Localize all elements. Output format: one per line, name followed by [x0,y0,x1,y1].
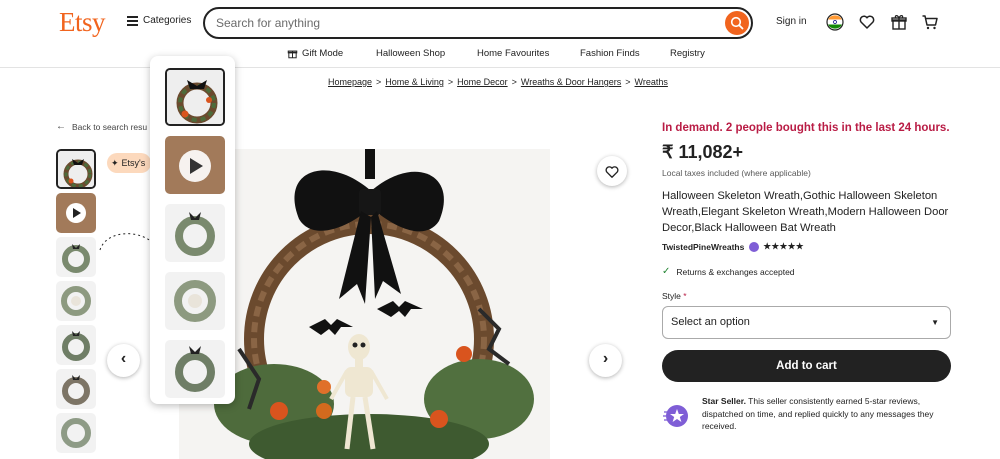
etsy-logo[interactable]: Etsy [59,7,106,38]
add-to-cart-button[interactable]: Add to cart [662,350,951,382]
breadcrumb-link[interactable]: Homepage [328,77,372,87]
nav-label: Home Favourites [477,48,550,59]
breadcrumb-link[interactable]: Home & Living [385,77,444,87]
sparkle-icon: ✦ [111,157,119,168]
badge-label: Etsy's [121,158,146,168]
previous-image-button[interactable]: ‹ [107,344,140,377]
site-header: Etsy Categories Sign in [0,0,1000,44]
hamburger-icon [127,16,138,26]
rating-stars[interactable]: ★★★★★ [763,241,804,252]
wreath-thumbnail-image [165,340,225,398]
heart-icon[interactable] [858,13,876,31]
wreath-thumbnail-image [165,272,225,330]
tax-note: Local taxes included (where applicable) [662,168,811,178]
popup-thumbnail-5[interactable] [165,340,225,398]
search-input[interactable] [216,16,706,30]
star-seller-title: Star Seller. [702,396,746,406]
wreath-thumbnail-image [56,237,96,277]
chevron-left-icon: ‹ [120,350,127,367]
heart-icon [605,166,619,178]
nav-label: Registry [670,48,705,59]
shop-name-link[interactable]: TwistedPineWreaths [662,242,744,252]
demand-notice: In demand. 2 people bought this in the l… [662,122,950,134]
star-seller-text: Star Seller. This seller consistently ea… [702,395,952,433]
gift-icon [287,50,298,59]
shop-info: TwistedPineWreaths ★★★★★ [662,241,804,252]
style-label: Style * [662,291,687,301]
sign-in-link[interactable]: Sign in [776,16,807,27]
add-to-favourites-button[interactable] [597,156,627,186]
wreath-thumbnail-image [56,369,96,409]
style-select[interactable]: Select an option ▼ [662,306,951,339]
nav-label: Fashion Finds [580,48,640,59]
style-label-text: Style [662,291,681,301]
popup-thumbnail-2-video[interactable] [165,136,225,194]
gift-icon[interactable] [890,13,908,31]
popup-thumbnail-4[interactable] [165,272,225,330]
india-flag-icon[interactable] [826,13,844,31]
product-title: Halloween Skeleton Wreath,Gothic Hallowe… [662,190,949,234]
etsys-pick-badge: ✦ Etsy's [107,153,152,173]
breadcrumb-separator: > [376,77,382,87]
wreath-thumbnail-image [56,325,96,365]
thumbnail-6[interactable] [56,369,96,409]
star-seller-icon [663,405,688,427]
thumbnail-4[interactable] [56,281,96,321]
wreath-thumbnail-image [56,281,96,321]
back-label: Back to search resu [72,121,148,132]
star-seller-badge-icon [749,241,760,252]
product-price: ₹ 11,082+ [662,142,744,162]
wreath-thumbnail-image [56,413,96,453]
next-image-button[interactable]: › [589,344,622,377]
breadcrumb-separator: > [511,77,517,87]
popup-thumbnail-1[interactable] [165,68,225,126]
thumbnail-3[interactable] [56,237,96,277]
returns-label: Returns & exchanges accepted [676,266,795,277]
search-bar [203,7,753,39]
wreath-thumbnail-image [167,70,223,124]
returns-info: ✓ Returns & exchanges accepted [662,266,795,277]
thumbnail-1[interactable] [56,149,96,189]
wreath-thumbnail-image [165,204,225,262]
categories-menu[interactable]: Categories [127,15,191,26]
thumbnail-preview-popup [150,56,235,404]
search-button[interactable] [725,11,749,35]
video-thumbnail-image [56,193,96,233]
nav-halloween-shop[interactable]: Halloween Shop [376,48,445,59]
nav-label: Halloween Shop [376,48,446,59]
breadcrumb-link[interactable]: Wreaths [635,77,668,87]
breadcrumb-separator: > [447,77,454,87]
thumbnail-7[interactable] [56,413,96,453]
arrow-left-icon: ← [56,121,66,132]
style-select-value: Select an option [671,316,750,328]
thumbnail-5[interactable] [56,325,96,365]
video-thumbnail-image [165,136,225,194]
nav-label: Gift Mode [302,48,344,59]
caret-down-icon: ▼ [931,318,939,327]
nav-home-favourites[interactable]: Home Favourites [477,48,549,59]
categories-label: Categories [143,15,192,26]
nav-fashion-finds[interactable]: Fashion Finds [580,48,640,59]
back-to-search-link[interactable]: ← Back to search resu [56,121,147,132]
nav-registry[interactable]: Registry [670,48,705,59]
chevron-right-icon: › [602,350,609,367]
popup-thumbnail-3[interactable] [165,204,225,262]
checkmark-icon: ✓ [662,266,671,277]
breadcrumb-link[interactable]: Home Decor [457,77,508,87]
breadcrumb: Homepage > Home & Living > Home Decor > … [328,77,668,87]
search-icon [730,16,744,30]
wreath-thumbnail-image [58,151,94,187]
nav-gift-mode[interactable]: Gift Mode [287,48,343,59]
breadcrumb-separator: > [625,77,631,87]
required-marker: * [683,291,687,301]
breadcrumb-link[interactable]: Wreaths & Door Hangers [521,77,621,87]
thumbnail-2-video[interactable] [56,193,96,233]
cart-icon[interactable] [921,13,939,31]
